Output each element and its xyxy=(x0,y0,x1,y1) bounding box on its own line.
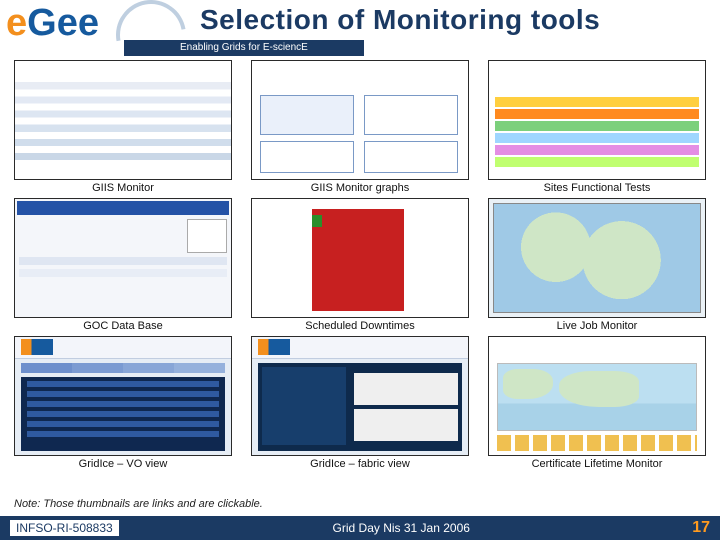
grid-cell: GridIce – fabric view xyxy=(251,336,469,470)
grid-cell: Sites Functional Tests xyxy=(488,60,706,194)
grid-row: GIIS Monitor GIIS Monitor graphs Sites F… xyxy=(14,60,706,194)
thumbnail-caption: Live Job Monitor xyxy=(557,320,638,332)
grid-cell: GridIce – VO view xyxy=(14,336,232,470)
grid-cell: GIIS Monitor graphs xyxy=(251,60,469,194)
grid-cell: GOC Data Base xyxy=(14,198,232,332)
thumbnail-caption: GridIce – fabric view xyxy=(310,458,410,470)
gridice-fabric-view-thumbnail[interactable] xyxy=(251,336,469,456)
sites-functional-tests-thumbnail[interactable] xyxy=(488,60,706,180)
thumbnail-caption: Sites Functional Tests xyxy=(544,182,651,194)
giis-monitor-thumbnail[interactable] xyxy=(14,60,232,180)
thumbnail-caption: GOC Data Base xyxy=(83,320,162,332)
live-job-monitor-thumbnail[interactable] xyxy=(488,198,706,318)
grid-cell: Live Job Monitor xyxy=(488,198,706,332)
thumbnail-caption: Scheduled Downtimes xyxy=(305,320,414,332)
slide: eGee Selection of Monitoring tools Enabl… xyxy=(0,0,720,540)
tagline-banner: Enabling Grids for E-sciencE xyxy=(124,40,364,56)
thumbnail-caption: GIIS Monitor graphs xyxy=(311,182,409,194)
footer-project-id: INFSO-RI-508833 xyxy=(10,520,119,536)
grid-cell: Scheduled Downtimes xyxy=(251,198,469,332)
thumbnail-grid: GIIS Monitor GIIS Monitor graphs Sites F… xyxy=(14,60,706,504)
page-number: 17 xyxy=(692,519,710,537)
thumbnail-caption: GIIS Monitor xyxy=(92,182,154,194)
certificate-lifetime-monitor-thumbnail[interactable] xyxy=(488,336,706,456)
grid-cell: Certificate Lifetime Monitor xyxy=(488,336,706,470)
thumbnail-caption: GridIce – VO view xyxy=(79,458,168,470)
scheduled-downtimes-thumbnail[interactable] xyxy=(251,198,469,318)
grid-row: GOC Data Base Scheduled Downtimes Live J… xyxy=(14,198,706,332)
giis-monitor-graphs-thumbnail[interactable] xyxy=(251,60,469,180)
slide-header: eGee Selection of Monitoring tools Enabl… xyxy=(0,0,720,56)
thumbnail-caption: Certificate Lifetime Monitor xyxy=(532,458,663,470)
slide-title: Selection of Monitoring tools xyxy=(200,4,710,36)
grid-cell: GIIS Monitor xyxy=(14,60,232,194)
grid-row: GridIce – VO view GridIce – fabric view … xyxy=(14,336,706,470)
gridice-vo-view-thumbnail[interactable] xyxy=(14,336,232,456)
footer-event: Grid Day Nis 31 Jan 2006 xyxy=(333,521,470,535)
clickable-note: Note: Those thumbnails are links and are… xyxy=(14,498,263,510)
goc-database-thumbnail[interactable] xyxy=(14,198,232,318)
